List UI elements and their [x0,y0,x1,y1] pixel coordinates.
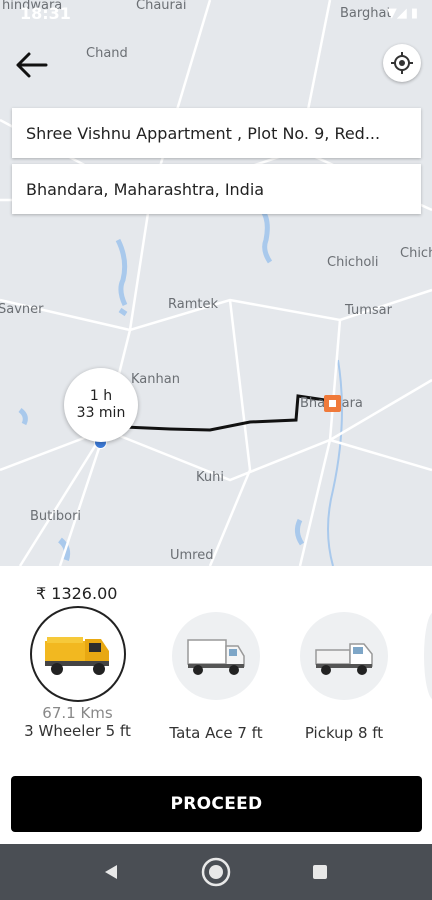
crosshair-icon [391,52,413,74]
map-label: Kuhi [196,470,224,485]
map-view[interactable]: hindwara Chaurai Barghat Chand Chicholi … [0,0,432,566]
three-wheeler-icon [44,637,109,675]
vehicle-distance: 67.1 Kms [42,704,113,722]
fare-price: ₹ 1326.00 [36,584,118,603]
vehicle-option-3-wheeler[interactable]: 67.1 Kms 3 Wheeler 5 ft [20,606,135,740]
map-label: Kanhan [131,372,180,387]
status-time: 18:31 [20,4,71,23]
nav-home-button[interactable] [201,857,231,887]
nav-recents-button[interactable] [305,857,335,887]
drop-marker [324,395,341,412]
map-label: Savner [0,302,44,317]
map-label: Chicholi [327,255,379,270]
vehicle-label: Tata Ace 7 ft [169,724,263,742]
map-label: Tumsar [345,303,392,318]
status-bar: 18:31 ▼◢ ▮ [0,0,432,26]
my-location-button[interactable] [383,44,421,82]
map-label: Chich [400,246,432,261]
map-label: Chand [86,46,128,61]
android-nav-bar [0,844,432,900]
signal-battery-icon: ▼◢ ▮ [386,6,418,21]
square-recents-icon [313,865,327,879]
map-label: Umred [170,548,214,563]
eta-bubble: 1 h 33 min [64,368,138,442]
arrow-left-icon [16,52,48,78]
nav-back-button[interactable] [96,857,126,887]
triangle-back-icon [105,865,117,879]
circle-home-icon [201,857,231,887]
eta-minutes: 33 min [76,405,126,421]
vehicle-icon-circle [300,612,388,700]
back-button[interactable] [10,44,52,86]
eta-hours: 1 h [89,388,113,404]
drop-address-field[interactable]: Bhandara, Maharashtra, India [12,164,421,214]
vehicle-icon-circle [29,606,126,702]
vehicle-option-pickup[interactable]: Pickup 8 ft [294,612,394,742]
vehicle-icon-circle [172,612,260,700]
pickup-address-field[interactable]: Shree Vishnu Appartment , Plot No. 9, Re… [12,108,421,158]
map-label: Ramtek [168,297,219,312]
proceed-button[interactable]: PROCEED [11,776,422,832]
mini-truck-icon [187,639,245,675]
map-label: Butibori [30,509,82,524]
drop-address: Bhandara, Maharashtra, India [26,179,265,199]
pickup-address: Shree Vishnu Appartment , Plot No. 9, Re… [26,123,381,143]
pickup-truck-icon [315,643,373,675]
vehicle-label: Pickup 8 ft [304,724,384,742]
vehicle-label: 3 Wheeler 5 ft [24,722,131,740]
vehicle-option-tata-ace[interactable]: Tata Ace 7 ft [166,612,266,742]
